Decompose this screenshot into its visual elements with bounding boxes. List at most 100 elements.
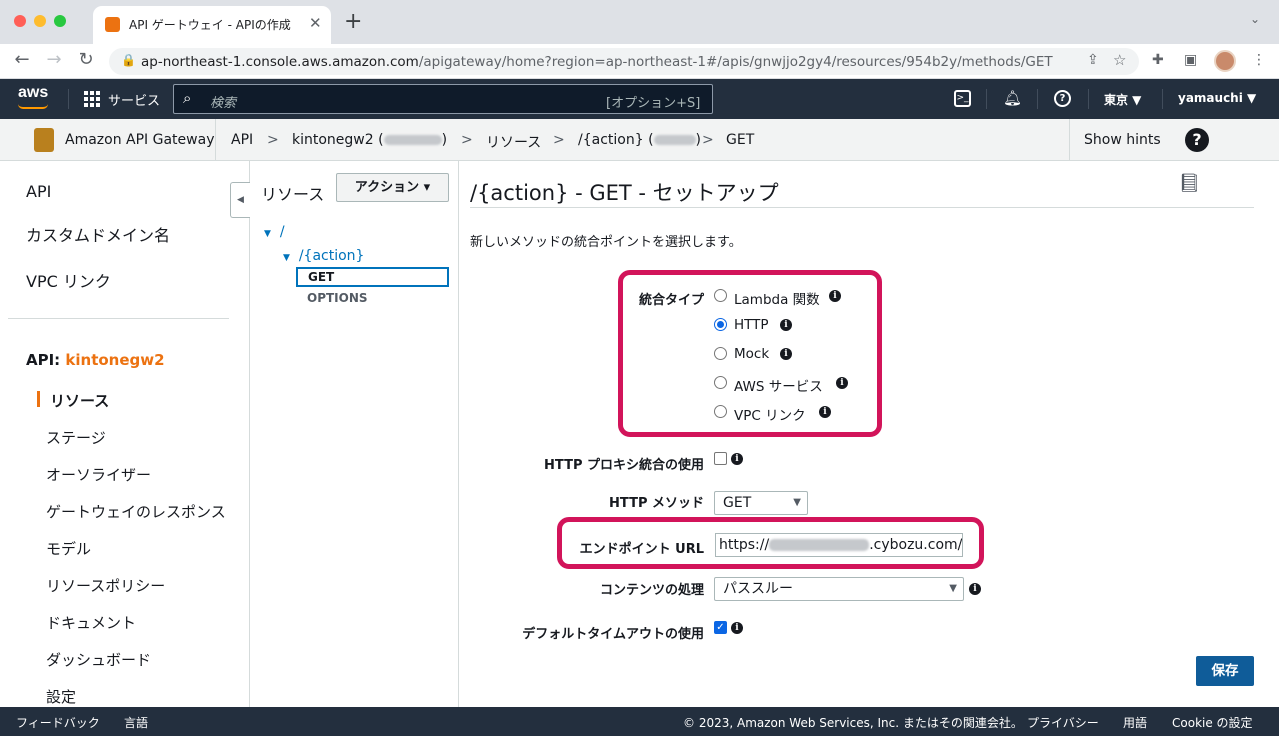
api-gateway-service-icon [34, 128, 54, 152]
tree-node-get[interactable]: GET [296, 267, 449, 287]
footer-privacy-link[interactable]: プライバシー [1027, 714, 1099, 731]
aws-logo[interactable]: aws [18, 84, 48, 102]
account-menu[interactable]: yamauchi ▼ [1178, 91, 1256, 105]
help-circle-icon[interactable]: ? [1185, 128, 1209, 152]
api-gateway-favicon-icon [105, 17, 120, 32]
footer-cookie-link[interactable]: Cookie の設定 [1172, 714, 1253, 731]
info-icon[interactable]: i [829, 290, 841, 302]
footer-feedback-link[interactable]: フィードバック [16, 714, 100, 731]
info-icon[interactable]: i [836, 377, 848, 389]
extensions-puzzle-icon[interactable]: ✚ [1152, 52, 1164, 68]
endpoint-url-input[interactable]: https:// .cybozu.com/ [715, 533, 963, 557]
sidebar-item-api[interactable]: API [26, 182, 51, 201]
sidebar-item-dashboard[interactable]: ダッシュボード [46, 649, 151, 670]
footer-terms-link[interactable]: 用語 [1123, 714, 1147, 731]
info-icon[interactable]: i [819, 406, 831, 418]
default-timeout-checkbox[interactable]: ✓ [714, 621, 727, 634]
aws-smile-icon [18, 104, 48, 109]
share-icon[interactable]: ⇪ [1087, 52, 1099, 68]
page-description: 新しいメソッドの統合ポイントを選択します。 [470, 235, 742, 250]
address-bar[interactable]: 🔒 ap-northeast-1.console.aws.amazon.com/… [109, 48, 1139, 75]
services-grid-icon[interactable] [84, 91, 100, 107]
search-input[interactable]: ⌕ 検索 [オプション+S] [173, 84, 713, 114]
sidebar-item-gateway-responses[interactable]: ゲートウェイのレスポンス [46, 501, 226, 522]
save-button[interactable]: 保存 [1196, 656, 1254, 686]
breadcrumb-api[interactable]: API [231, 132, 253, 148]
actions-dropdown-button[interactable]: アクション ▾ [336, 173, 449, 202]
notifications-bell-icon[interactable]: 🔔︎ [1003, 89, 1022, 107]
documentation-book-icon[interactable]: 📘︎ [1178, 173, 1201, 194]
breadcrumb-method[interactable]: GET [726, 132, 754, 148]
redacted-subdomain [769, 539, 870, 551]
radio-vpc-link[interactable] [714, 405, 727, 418]
services-menu[interactable]: サービス [108, 90, 160, 109]
sidebar-item-custom-domains[interactable]: カスタムドメイン名 [26, 222, 170, 246]
info-icon[interactable]: i [731, 453, 743, 465]
breadcrumb-api-name-text: kintonegw2 ( [292, 132, 384, 148]
browser-toolbar: ← → ↻ 🔒 ap-northeast-1.console.aws.amazo… [0, 44, 1279, 79]
sidebar-item-vpc-links[interactable]: VPC リンク [26, 268, 111, 292]
url-text[interactable]: ap-northeast-1.console.aws.amazon.com/ap… [141, 54, 1053, 70]
region-selector[interactable]: 東京 ▼ [1104, 91, 1141, 108]
cloudshell-icon[interactable]: >_ [954, 90, 971, 107]
http-proxy-checkbox[interactable] [714, 452, 727, 465]
content-handling-select[interactable]: パススルー ▼ [714, 577, 964, 601]
bookmark-star-icon[interactable]: ☆ [1113, 51, 1126, 69]
info-icon[interactable]: i [780, 319, 792, 331]
browser-menu-icon[interactable]: ⋮ [1252, 52, 1266, 68]
expand-triangle-icon[interactable]: ▼ [283, 253, 290, 263]
radio-lambda[interactable] [714, 289, 727, 302]
tree-node-root[interactable]: ▼ / [264, 224, 285, 240]
maximize-window-button[interactable] [54, 15, 66, 27]
http-method-label: HTTP メソッド [609, 496, 704, 511]
sidebar-item-settings[interactable]: 設定 [46, 686, 76, 707]
sidebar-item-resource-policy[interactable]: リソースポリシー [46, 575, 165, 596]
back-arrow-icon[interactable]: ← [10, 49, 34, 70]
sidebar-item-authorizers[interactable]: オーソライザー [46, 464, 151, 485]
expand-triangle-icon[interactable]: ▼ [264, 229, 271, 239]
radio-aws-service[interactable] [714, 376, 727, 389]
profile-avatar[interactable] [1214, 50, 1236, 72]
side-panel-icon[interactable]: ▣ [1184, 52, 1197, 68]
breadcrumb-separator: > [267, 132, 279, 148]
info-icon[interactable]: i [969, 583, 981, 595]
minimize-window-button[interactable] [34, 15, 46, 27]
nav-divider [1162, 89, 1163, 109]
info-icon[interactable]: i [780, 348, 792, 360]
radio-mock[interactable] [714, 347, 727, 360]
collapse-sidebar-icon[interactable]: ◀ [230, 182, 250, 218]
breadcrumb-resources[interactable]: リソース [486, 132, 541, 152]
info-icon[interactable]: i [731, 622, 743, 634]
http-method-select[interactable]: GET ▼ [714, 491, 808, 515]
endpoint-url-label: エンドポイント URL [579, 542, 704, 557]
sidebar-item-models[interactable]: モデル [46, 538, 91, 559]
api-name[interactable]: kintonegw2 [65, 351, 164, 369]
sidebar-item-stages[interactable]: ステージ [46, 427, 106, 448]
redacted-id [383, 135, 442, 145]
sidebar-item-resources[interactable]: リソース [50, 390, 109, 411]
service-name[interactable]: Amazon API Gateway [65, 132, 214, 148]
tree-node-action[interactable]: ▼ /{action} [283, 248, 364, 264]
breadcrumb-separator: > [461, 132, 473, 148]
new-tab-icon[interactable]: + [344, 9, 362, 34]
api-prefix: API: [26, 351, 66, 369]
default-timeout-label: デフォルトタイムアウトの使用 [522, 627, 704, 642]
help-icon[interactable]: ? [1054, 90, 1071, 107]
breadcrumb-resource-text: /{action} ( [578, 132, 654, 148]
browser-tab[interactable]: API ゲートウェイ - APIの作成 ✕ [93, 6, 331, 44]
breadcrumb-api-name[interactable]: kintonegw2 () [292, 132, 447, 148]
tab-search-chevron-icon[interactable]: ⌄ [1250, 12, 1260, 26]
sidebar-item-documentation[interactable]: ドキュメント [46, 612, 136, 633]
title-divider [470, 207, 1254, 208]
show-hints-button[interactable]: Show hints [1084, 132, 1161, 148]
footer-language-link[interactable]: 言語 [124, 714, 148, 731]
http-proxy-label: HTTP プロキシ統合の使用 [544, 458, 704, 473]
close-window-button[interactable] [14, 15, 26, 27]
tab-close-icon[interactable]: ✕ [309, 14, 322, 32]
breadcrumb-resource[interactable]: /{action} () [578, 132, 701, 148]
http-method-value: GET [723, 495, 752, 511]
reload-icon[interactable]: ↻ [74, 49, 98, 70]
forward-arrow-icon[interactable]: → [42, 49, 66, 70]
tree-node-options[interactable]: OPTIONS [307, 291, 368, 305]
radio-http[interactable] [714, 318, 727, 331]
